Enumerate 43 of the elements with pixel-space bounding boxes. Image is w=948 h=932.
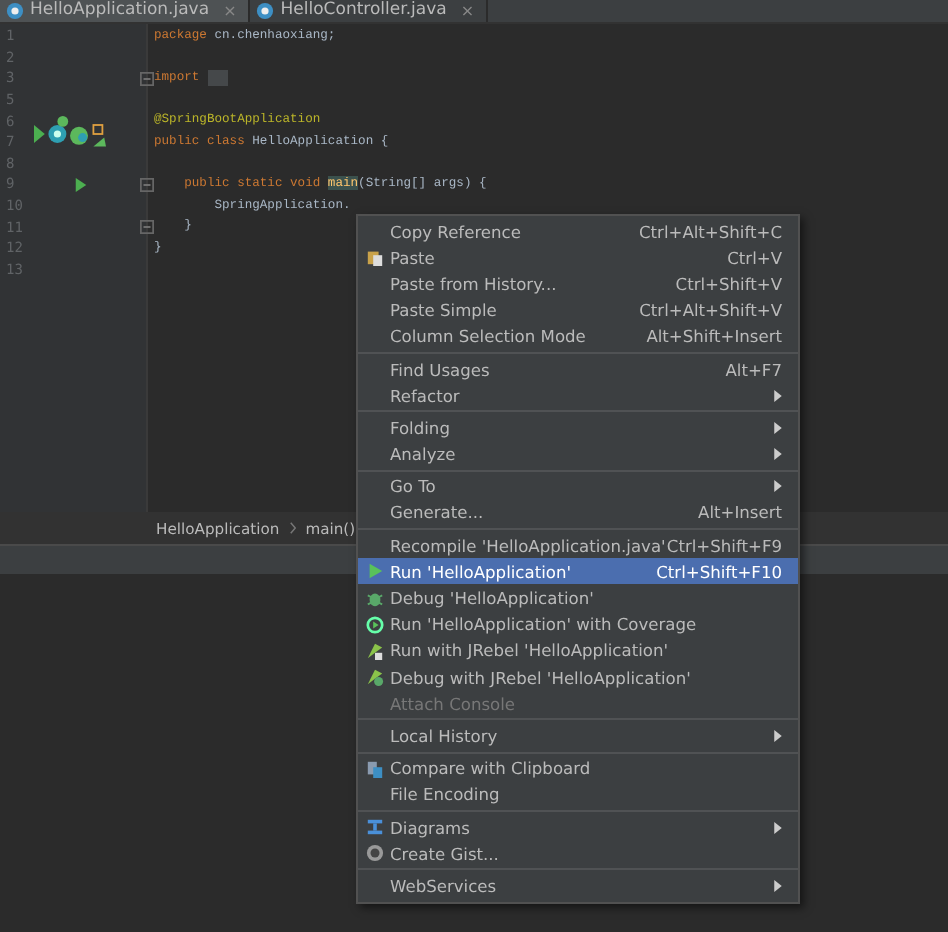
menu-item[interactable]: Copy Reference Ctrl+Alt+Shift+C [358,218,798,245]
menu-item[interactable]: Run 'HelloApplication' with Coverage [358,611,798,638]
menu-item[interactable]: Create Gist... [358,840,798,867]
run-icon[interactable] [74,175,88,194]
menu-item[interactable]: Folding [358,414,798,441]
menu-item[interactable]: Analyze [358,441,798,468]
menu-item[interactable]: WebServices [358,872,798,899]
compare-icon [365,759,383,778]
close-icon[interactable]: × [460,0,475,22]
jrebel-debug-icon [365,668,383,687]
menu-item[interactable]: Paste Ctrl+V [358,244,798,271]
file-tab[interactable]: HelloController.java × [250,0,489,22]
menu-item[interactable]: Diagrams [358,813,798,841]
spring-bean-icons [30,116,110,153]
coverage-icon [365,615,383,634]
menu-item[interactable]: Paste from History... Ctrl+Shift+V [358,270,798,298]
diagram-icon [365,818,383,837]
menu-item[interactable]: Debug 'HelloApplication' [358,584,798,612]
fold-marker-icon[interactable] [140,71,154,86]
class-file-icon [256,2,275,20]
bug-icon [365,589,383,608]
menu-item[interactable]: Debug with JRebel 'HelloApplication' [358,664,798,691]
menu-item[interactable]: Generate... Alt+Insert [358,499,798,527]
menu-item[interactable]: Recompile 'HelloApplication.java'Ctrl+Shift+F9 [358,532,798,559]
menu-item[interactable]: Column Selection Mode Alt+Shift+Insert [358,323,798,350]
chevron-icon [289,522,296,534]
clipboard-icon [365,248,383,267]
menu-item[interactable]: Local History [358,722,798,750]
jrebel-run-icon [365,641,383,660]
menu-item[interactable]: Paste Simple Ctrl+Alt+Shift+V [358,297,798,324]
menu-item[interactable]: Refactor [358,382,798,409]
fold-marker-icon[interactable] [140,220,154,235]
class-file-icon [6,2,24,20]
menu-item[interactable]: Compare with Clipboard [358,755,798,782]
menu-item[interactable]: Find Usages Alt+F7 [358,355,798,383]
menu-item[interactable]: Run with JRebel 'HelloApplication' [358,637,798,664]
run-icon [365,562,383,581]
menu-item[interactable]: File Encoding [358,781,798,808]
menu-item[interactable]: Go To [358,473,798,500]
menu-item[interactable]: Run 'HelloApplication' Ctrl+Shift+F10 [358,558,798,585]
folded-code-placeholder[interactable] [207,69,228,86]
file-tab[interactable]: HelloApplication.java × [0,0,251,22]
fold-marker-icon[interactable] [140,177,154,192]
